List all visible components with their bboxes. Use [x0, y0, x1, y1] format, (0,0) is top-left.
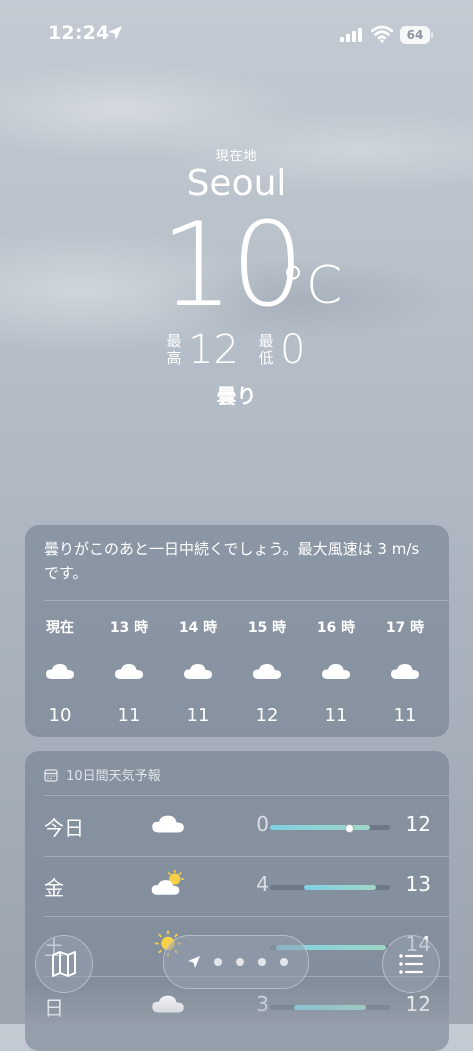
hour-icon [30, 659, 90, 699]
hour-icon [99, 659, 159, 699]
hour-label: 16 時 [316, 620, 356, 636]
hour-label: 15 時 [247, 620, 287, 636]
temp-range-fill [270, 825, 370, 830]
cloud-icon [46, 664, 74, 679]
battery-tip [431, 32, 433, 38]
day-icon [150, 810, 186, 841]
day-name: 金 [44, 876, 64, 900]
day-row[interactable]: 金 4 13 [25, 856, 449, 916]
hourly-forecast-card[interactable]: 曇りがこのあと一日中続くでしょう。最大風速は 3 m/s です。 現在 10 13 … [25, 525, 449, 737]
location-arrow-icon [108, 26, 122, 40]
low-label: 最低 [258, 332, 274, 367]
hour-label: 現在 [46, 620, 74, 636]
hour-icon [237, 659, 297, 699]
page-indicator[interactable] [163, 935, 309, 989]
high-temp: 12 [188, 327, 239, 373]
temp-range-bar [270, 885, 390, 890]
divider [44, 856, 449, 857]
battery-indicator: 64 [400, 26, 430, 44]
status-bar: 12:24 64 [0, 22, 473, 52]
high-low: 最高 12 最低 0 [0, 326, 473, 374]
page-dot[interactable] [236, 958, 244, 966]
divider [44, 916, 449, 917]
page-dot[interactable] [258, 958, 266, 966]
cloud-icon [115, 664, 143, 679]
hour-item: 17 時 11 [375, 617, 435, 726]
cloud-icon [391, 664, 419, 679]
map-icon [52, 951, 76, 977]
cellular-signal-icon [340, 28, 362, 42]
day-icon [150, 869, 186, 901]
day-row[interactable]: 今日 0 12 [25, 796, 449, 856]
cloud-icon [184, 664, 212, 679]
cloud-icon [253, 664, 281, 679]
hour-temp: 11 [117, 705, 141, 726]
day-low-temp: 0 [256, 812, 269, 836]
hour-item: 15 時 12 [237, 617, 297, 726]
condition-text: 曇り [216, 384, 257, 408]
cloud-icon [152, 815, 184, 833]
temp-range-fill [303, 885, 376, 890]
page-dot[interactable] [214, 958, 222, 966]
location-label: 現在地 [215, 149, 258, 164]
hour-item: 14 時 11 [168, 617, 228, 726]
temp-range-bar [270, 824, 390, 833]
list-icon [399, 954, 424, 974]
hour-item: 13 時 11 [99, 617, 159, 726]
day-high-temp: 13 [405, 872, 431, 896]
hour-item: 現在 10 [30, 617, 90, 726]
high-label: 最高 [166, 332, 182, 367]
hour-temp: 11 [393, 705, 417, 726]
status-time: 12:24 [48, 22, 110, 44]
page-dot[interactable] [280, 958, 288, 966]
city-list-button[interactable] [382, 935, 440, 993]
divider [44, 600, 449, 601]
hour-temp: 10 [48, 705, 72, 726]
map-button[interactable] [35, 935, 93, 993]
hour-label: 17 時 [385, 620, 425, 636]
low-temp: 0 [280, 327, 306, 373]
wifi-icon [371, 25, 393, 43]
location-arrow-icon [188, 956, 200, 968]
day-high-temp: 12 [405, 812, 431, 836]
day-name: 今日 [44, 816, 84, 840]
hour-icon [375, 659, 435, 699]
hour-label: 14 時 [178, 620, 218, 636]
ten-day-header: 10日間天気予報 [44, 765, 161, 784]
hour-icon [168, 659, 228, 699]
calendar-icon [44, 768, 58, 782]
cloud-icon [322, 664, 350, 679]
ten-day-title: 10日間天気予報 [66, 769, 161, 784]
hour-label: 13 時 [109, 620, 149, 636]
day-low-temp: 4 [256, 872, 269, 896]
temperature-unit: °C [280, 256, 343, 316]
partly-sunny-icon [151, 869, 185, 895]
hour-icon [306, 659, 366, 699]
hour-temp: 11 [324, 705, 348, 726]
hour-temp: 11 [186, 705, 210, 726]
hour-item: 16 時 11 [306, 617, 366, 726]
forecast-summary: 曇りがこのあと一日中続くでしょう。最大風速は 3 m/s です。 [44, 540, 420, 582]
hour-temp: 12 [255, 705, 279, 726]
current-temp-dot [345, 824, 355, 833]
